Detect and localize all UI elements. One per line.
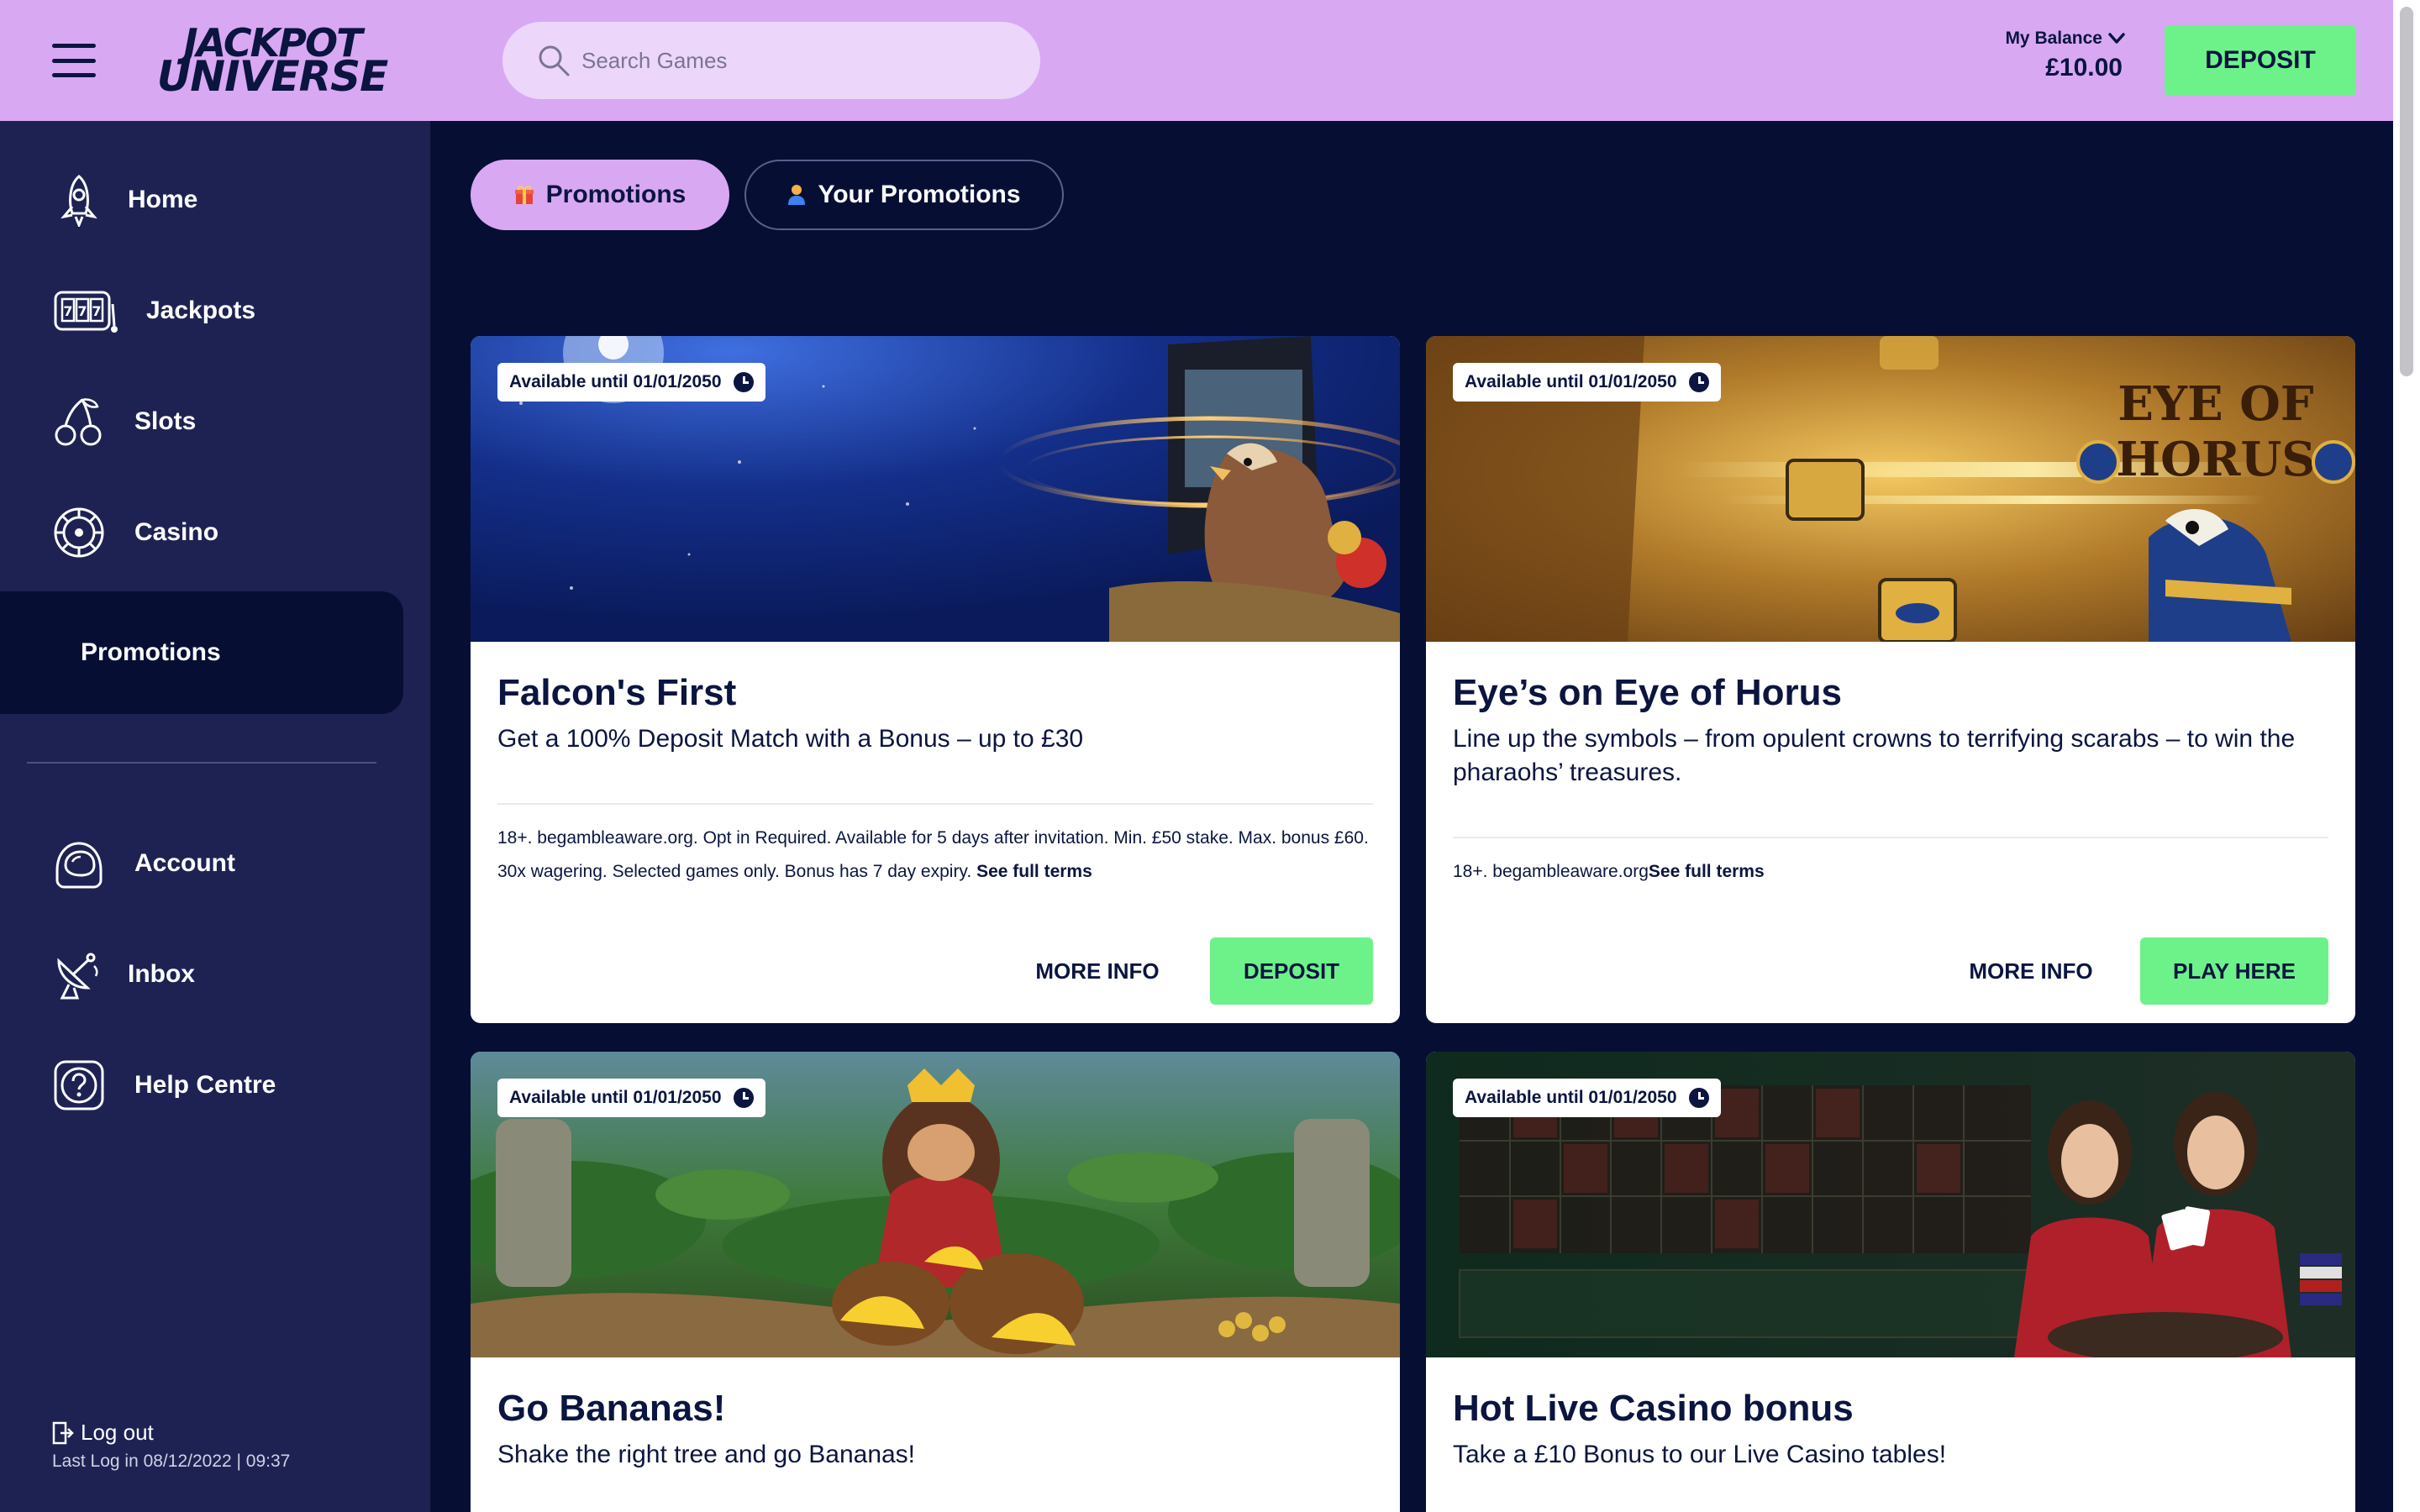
availability-badge: Available until 01/01/2050 <box>1453 363 1721 402</box>
logout-label: Log out <box>81 1420 154 1445</box>
sidebar-item-promotions[interactable]: Promotions <box>0 591 403 714</box>
card-divider <box>497 803 1373 805</box>
cherries-icon <box>52 391 106 452</box>
search-icon <box>539 45 570 76</box>
terms-text: 18+. begambleaware.org <box>1453 862 1649 881</box>
question-icon <box>52 1055 106 1116</box>
logout-link[interactable]: Log out <box>52 1420 154 1446</box>
svg-text:7: 7 <box>92 303 101 319</box>
promo-card-eye-of-horus: EYE OF HORUS Available until 01/01/2050 … <box>1426 336 2355 1023</box>
chevron-down-icon <box>2108 33 2125 44</box>
search-bar[interactable] <box>502 22 1040 99</box>
deposit-button[interactable]: DEPOSIT <box>1210 937 1373 1005</box>
play-here-button[interactable]: PLAY HERE <box>2140 937 2328 1005</box>
promo-terms: 18+. begambleaware.orgSee full terms <box>1453 855 2335 889</box>
rocket-icon <box>52 170 106 230</box>
sidebar-item-label: Promotions <box>81 638 221 666</box>
promo-card-go-bananas: Available until 01/01/2050 Go Bananas! S… <box>471 1052 1400 1512</box>
card-divider <box>1453 837 2328 838</box>
promo-subtitle: Get a 100% Deposit Match with a Bonus – … <box>497 725 1084 753</box>
promo-title: Falcon's First <box>497 672 737 713</box>
availability-text: Available until 01/01/2050 <box>509 1088 722 1107</box>
sidebar-item-label: Slots <box>134 407 197 435</box>
promo-subtitle: Shake the right tree and go Bananas! <box>497 1441 916 1468</box>
last-login-text: Last Log in 08/12/2022 | 09:37 <box>52 1452 291 1471</box>
sidebar: Home 777 Jackpots Slots Casino Promotion… <box>0 121 430 1512</box>
terms-text: 18+. begambleaware.org. Opt in Required.… <box>497 828 1369 881</box>
availability-badge: Available until 01/01/2050 <box>497 363 765 402</box>
sidebar-item-slots[interactable]: Slots <box>0 371 403 472</box>
availability-text: Available until 01/01/2050 <box>1465 1088 1677 1107</box>
sidebar-item-label: Help Centre <box>134 1071 276 1099</box>
sidebar-item-label: Inbox <box>128 960 195 988</box>
gift-icon <box>514 186 534 204</box>
slot-machine-icon: 777 <box>52 281 119 341</box>
menu-icon[interactable] <box>52 44 96 77</box>
user-icon <box>788 185 806 205</box>
clock-icon <box>1688 1088 1709 1108</box>
astronaut-helmet-icon <box>52 833 106 894</box>
balance-label: My Balance <box>2005 29 2102 48</box>
promo-title: Go Bananas! <box>497 1388 726 1429</box>
promo-card-falcons-first: Available until 01/01/2050 Falcon's Firs… <box>471 336 1400 1023</box>
sidebar-item-account[interactable]: Account <box>0 813 403 914</box>
satellite-dish-icon <box>52 944 106 1005</box>
tab-promotions[interactable]: Promotions <box>471 160 729 230</box>
logout-icon <box>52 1421 74 1444</box>
availability-badge: Available until 01/01/2050 <box>497 1079 765 1117</box>
sidebar-item-home[interactable]: Home <box>0 150 403 250</box>
svg-text:7: 7 <box>77 303 87 319</box>
balance-dropdown[interactable]: My Balance £10.00 <box>1975 29 2126 96</box>
promo-subtitle: Take a £10 Bonus to our Live Casino tabl… <box>1453 1441 1947 1468</box>
sidebar-item-casino[interactable]: Casino <box>0 482 403 583</box>
tab-label: Promotions <box>545 181 687 208</box>
tab-your-promotions[interactable]: Your Promotions <box>744 160 1064 230</box>
clock-icon <box>733 372 754 392</box>
top-header: JACKPOT UNIVERSE My Balance £10.00 DEPOS… <box>0 0 2393 121</box>
sidebar-item-label: Home <box>128 186 198 213</box>
sidebar-item-label: Casino <box>134 518 219 546</box>
sidebar-item-jackpots[interactable]: 777 Jackpots <box>0 260 403 361</box>
balance-amount: £10.00 <box>2045 54 2123 81</box>
roulette-icon <box>52 502 106 563</box>
sidebar-divider <box>27 762 376 764</box>
clock-icon <box>1688 372 1709 392</box>
promo-title: Hot Live Casino bonus <box>1453 1388 1854 1429</box>
sidebar-item-label: Jackpots <box>146 297 256 324</box>
sidebar-item-help-centre[interactable]: Help Centre <box>0 1035 403 1136</box>
promo-terms: 18+. begambleaware.org. Opt in Required.… <box>497 822 1380 889</box>
promo-subtitle: Line up the symbols – from opulent crown… <box>1453 725 2296 786</box>
scrollbar-thumb[interactable] <box>2400 7 2413 376</box>
clock-icon <box>733 1088 754 1108</box>
eye-of-horus-logo-line-1: EYE OF <box>2118 376 2314 432</box>
availability-text: Available until 01/01/2050 <box>1465 372 1677 391</box>
see-full-terms-link[interactable]: See full terms <box>1649 862 1765 881</box>
logo-line-2: UNIVERSE <box>156 52 389 101</box>
availability-text: Available until 01/01/2050 <box>509 372 722 391</box>
svg-text:7: 7 <box>63 303 72 319</box>
header-deposit-button[interactable]: DEPOSIT <box>2165 25 2356 96</box>
logo[interactable]: JACKPOT UNIVERSE <box>146 24 398 101</box>
sidebar-item-label: Account <box>134 849 235 877</box>
see-full-terms-link[interactable]: See full terms <box>976 862 1092 881</box>
eye-of-horus-logo-line-2: HORUS <box>2116 432 2316 487</box>
more-info-button[interactable]: MORE INFO <box>1035 937 1160 1005</box>
promo-title: Eye’s on Eye of Horus <box>1453 672 1842 713</box>
promo-card-hot-live-casino: Available until 01/01/2050 Hot Live Casi… <box>1426 1052 2355 1512</box>
sidebar-item-inbox[interactable]: Inbox <box>0 924 403 1025</box>
more-info-button[interactable]: MORE INFO <box>1969 937 2093 1005</box>
tab-label: Your Promotions <box>818 181 1021 208</box>
availability-badge: Available until 01/01/2050 <box>1453 1079 1721 1117</box>
search-input[interactable] <box>581 47 1018 74</box>
